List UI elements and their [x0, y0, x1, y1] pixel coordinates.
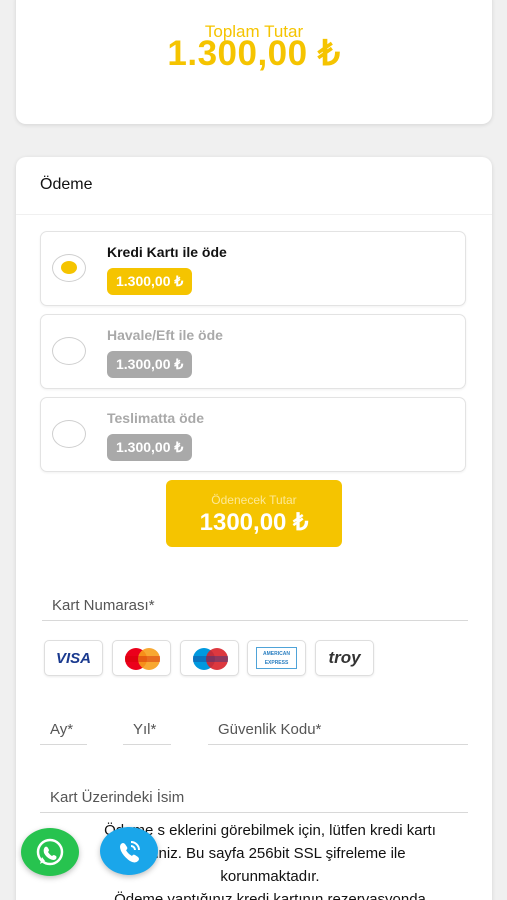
- payment-header: Ödeme: [16, 157, 492, 215]
- cardholder-name-field[interactable]: [40, 771, 468, 813]
- card-number-input[interactable]: [42, 597, 468, 614]
- cvv-field[interactable]: [208, 704, 468, 745]
- amex-text: AMERICAN EXPRESS: [256, 647, 297, 669]
- phone-call-icon: [120, 841, 140, 863]
- whatsapp-icon: [36, 838, 64, 866]
- expiry-month-field[interactable]: [40, 704, 87, 745]
- option-label: Teslimatta öde: [107, 410, 204, 426]
- option-label: Havale/Eft ile öde: [107, 327, 223, 343]
- radio-unselected[interactable]: [52, 337, 86, 365]
- maestro-logo: [180, 640, 239, 676]
- option-price-badge: 1.300,00 ₺: [107, 434, 193, 461]
- option-price-badge: 1.300,00 ₺: [107, 268, 193, 295]
- radio-selected[interactable]: [52, 254, 86, 282]
- mastercard-icon: [125, 648, 160, 670]
- total-card: Toplam Tutar 1.300,00 ₺: [16, 0, 492, 124]
- payment-card: Ödeme Kredi Kartı ile öde 1.300,00 ₺ Hav…: [16, 157, 492, 900]
- card-number-field[interactable]: [42, 580, 468, 621]
- cardholder-name-input[interactable]: [40, 789, 468, 806]
- payment-option-cash-on-delivery[interactable]: Teslimatta öde 1.300,00 ₺: [40, 397, 466, 472]
- maestro-icon: [193, 648, 228, 670]
- total-value: 1.300,00 ₺: [167, 34, 341, 73]
- expiry-year-field[interactable]: [123, 704, 171, 745]
- radio-unselected[interactable]: [52, 420, 86, 448]
- troy-logo: troy: [315, 640, 374, 676]
- cvv-input[interactable]: [208, 721, 468, 738]
- amount-due-value: 1300,00 ₺: [199, 509, 309, 536]
- payment-option-credit-card[interactable]: Kredi Kartı ile öde 1.300,00 ₺: [40, 231, 466, 306]
- whatsapp-button[interactable]: [21, 828, 79, 876]
- radio-dot: [61, 261, 77, 274]
- payment-option-transfer[interactable]: Havale/Eft ile öde 1.300,00 ₺: [40, 314, 466, 389]
- amex-logo: AMERICAN EXPRESS: [247, 640, 306, 676]
- expiry-year-input[interactable]: [123, 721, 171, 738]
- call-button[interactable]: [100, 827, 158, 875]
- payment-title: Ödeme: [40, 176, 93, 193]
- option-price-badge: 1.300,00 ₺: [107, 351, 193, 378]
- visa-logo: VISA: [44, 640, 103, 676]
- mastercard-logo: [112, 640, 171, 676]
- visa-text: VISA: [55, 650, 91, 667]
- info-line: Ödeme yaptığınız kredi kartının rezervas…: [114, 891, 426, 900]
- amount-due-box: Ödenecek Tutar 1300,00 ₺: [166, 480, 342, 547]
- option-label: Kredi Kartı ile öde: [107, 244, 227, 260]
- expiry-month-input[interactable]: [40, 721, 87, 738]
- troy-text: troy: [328, 648, 361, 667]
- amount-due-label: Ödenecek Tutar: [211, 493, 297, 507]
